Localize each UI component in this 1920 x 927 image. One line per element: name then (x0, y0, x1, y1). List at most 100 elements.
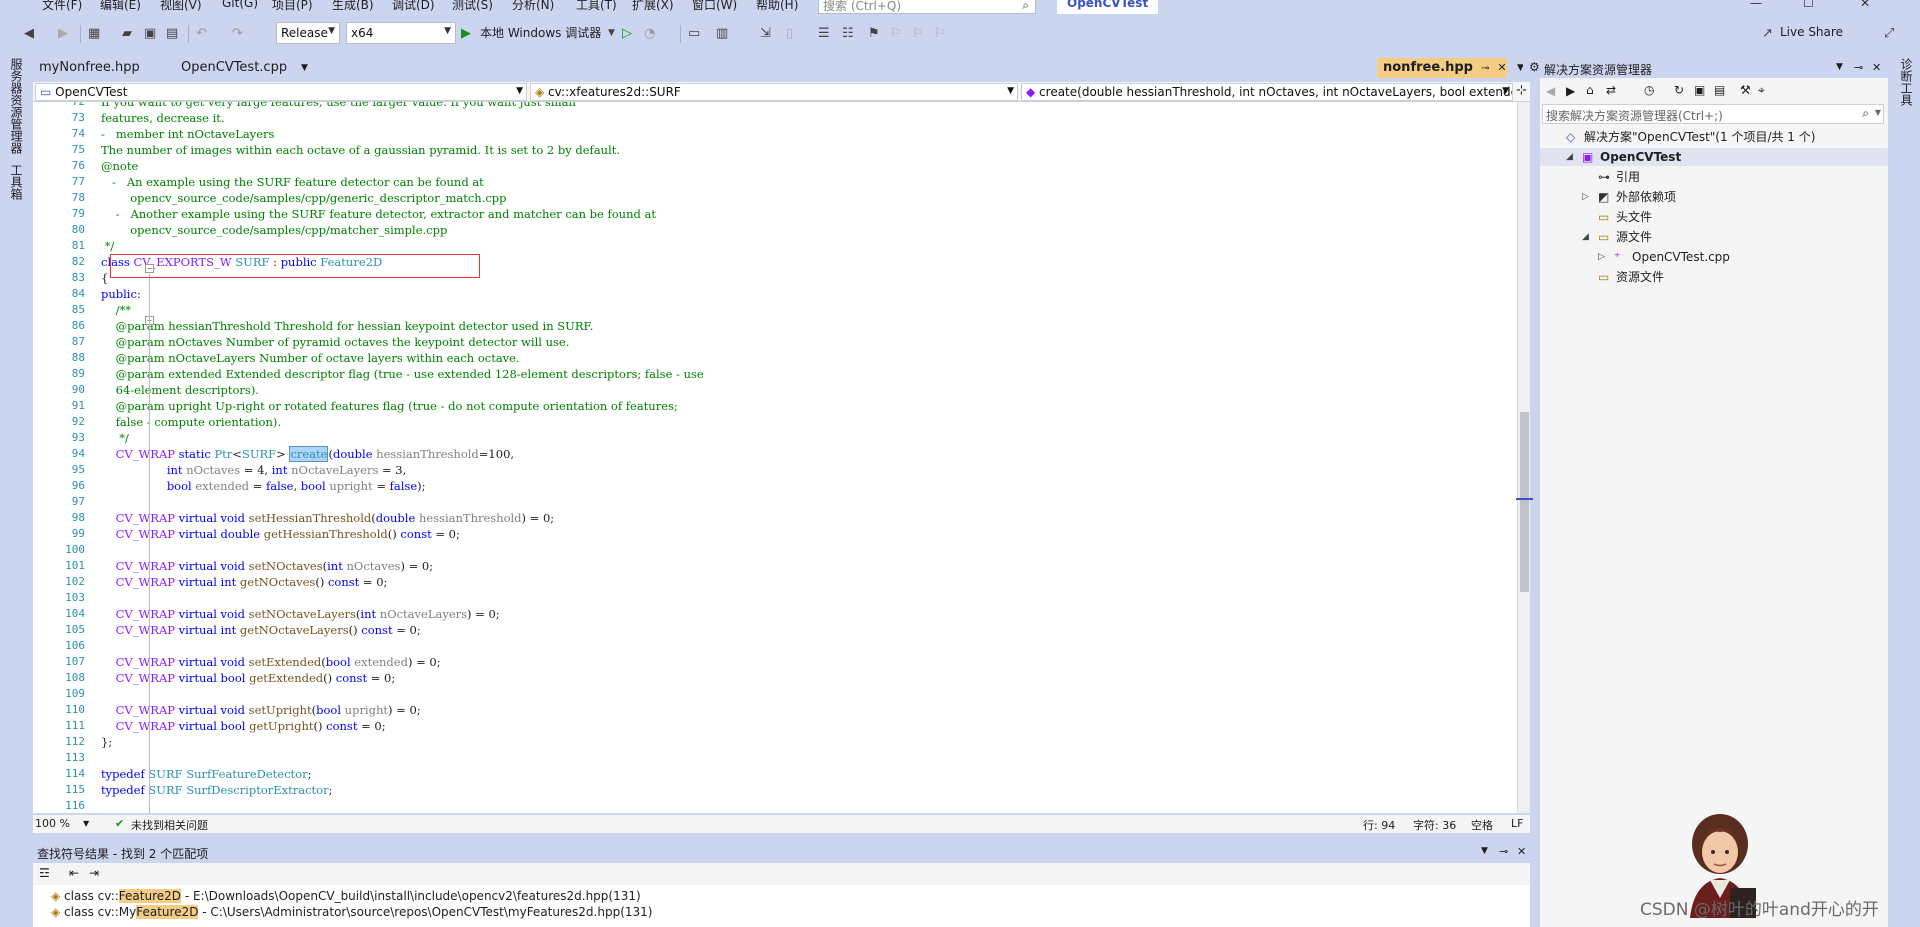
project-scope-select[interactable]: ▭ OpenCVTest ▼ (35, 83, 527, 101)
bookmark-clear-icon[interactable]: ⚐ (934, 23, 946, 43)
config-select[interactable]: Release ▼ (276, 22, 340, 44)
menu-item[interactable]: Git(G) (222, 0, 258, 10)
find-result-row[interactable]: ◈ class cv::Feature2D - E:\Downloads\Oop… (51, 889, 641, 903)
code-line[interactable]: 87 @param nOctaves Number of pyramid oct… (33, 334, 1517, 350)
menu-item[interactable]: 文件(F) (42, 0, 82, 13)
code-line[interactable]: 84 public: (33, 286, 1517, 302)
folder-icon[interactable]: ▭ (688, 23, 700, 43)
properties-icon[interactable]: ⚒ (1740, 83, 1751, 97)
expand-icon[interactable]: ◢ (1566, 148, 1573, 166)
chevron-down-icon[interactable]: ▼ (83, 819, 89, 828)
code-line[interactable]: 90 64-element descriptors). (33, 382, 1517, 398)
code-line[interactable]: 82 class CV_EXPORTS_W SURF : public Featu… (33, 254, 1517, 270)
code-line[interactable]: 89 @param extended Extended descriptor f… (33, 366, 1517, 382)
bookmark-prev-icon[interactable]: ⚐ (890, 23, 902, 43)
code-line[interactable]: 88 @param nOctaveLayers Number of octave… (33, 350, 1517, 366)
undo-icon[interactable]: ↶ (196, 23, 207, 43)
code-line[interactable]: 98 CV_WRAP virtual void setHessianThresh… (33, 510, 1517, 526)
vertical-scrollbar[interactable] (1516, 102, 1533, 813)
close-icon[interactable]: ✕ (1497, 61, 1506, 74)
code-line[interactable]: 105 CV_WRAP virtual int getNOctaveLayers… (33, 622, 1517, 638)
redo-icon[interactable]: ↷ (232, 23, 243, 43)
show-all-files-icon[interactable]: ▤ (1714, 83, 1725, 97)
issues-status[interactable]: 未找到相关问题 (131, 817, 208, 833)
pin-icon[interactable]: ⊸ (1499, 845, 1508, 858)
menu-item[interactable]: 窗口(W) (692, 0, 737, 13)
code-line[interactable]: 74 - member int nOctaveLayers (33, 126, 1517, 142)
expand-icon[interactable]: ▷ (1582, 188, 1589, 206)
toolbox-tab[interactable]: 工具箱 (8, 164, 25, 200)
code-line[interactable]: 113 (33, 750, 1517, 766)
code-line[interactable]: 75 The number of images within each octav… (33, 142, 1517, 158)
search-input[interactable]: 搜索 (Ctrl+Q) ⌕ (818, 0, 1036, 14)
code-line[interactable]: 81 */ (33, 238, 1517, 254)
zoom-level[interactable]: 100 % (35, 817, 70, 830)
chevron-down-icon[interactable]: ▼ (608, 23, 615, 43)
server-explorer-tab[interactable]: 服务器资源管理器 (8, 58, 25, 154)
diagnostics-tab[interactable]: 诊断工具 (1898, 58, 1915, 106)
menu-item[interactable]: 视图(V) (160, 0, 202, 13)
preview-icon[interactable]: ⌖ (1758, 83, 1765, 98)
close-icon[interactable]: ✕ (1517, 845, 1526, 858)
find-result-row[interactable]: ◈ class cv::MyFeature2D - C:\Users\Admin… (51, 905, 652, 919)
chevron-down-icon[interactable]: ▼ (1481, 846, 1488, 856)
feedback-icon[interactable]: ⤢ (1884, 23, 1894, 43)
close-icon[interactable]: ✕ (1872, 61, 1881, 74)
code-line[interactable]: 112}; (33, 734, 1517, 750)
chevron-down-icon[interactable]: ▼ (295, 58, 314, 78)
code-line[interactable]: 92 false - compute orientation). (33, 414, 1517, 430)
new-project-icon[interactable]: ▦ (88, 23, 100, 43)
code-line[interactable]: 104 CV_WRAP virtual void setNOctaveLayer… (33, 606, 1517, 622)
code-line[interactable]: 96 bool extended = false, bool upright =… (33, 478, 1517, 494)
whitespace-mode[interactable]: 空格 (1471, 817, 1493, 833)
open-folder-icon[interactable]: ▰ (122, 23, 132, 43)
live-share-icon[interactable]: ↗ (1762, 23, 1773, 43)
outdent-icon[interactable]: ☷ (842, 23, 854, 43)
layout-icon[interactable]: ▥ (716, 23, 728, 43)
menu-item[interactable]: 扩展(X) (632, 0, 674, 13)
line-indicator[interactable]: 行: 94 (1363, 817, 1395, 833)
forward-icon[interactable]: ▶ (1566, 84, 1575, 98)
home-icon[interactable]: ⌂ (1586, 83, 1594, 97)
bookmark-next-icon[interactable]: ⚐ (912, 23, 924, 43)
code-line[interactable]: 101 CV_WRAP virtual void setNOctaves(int… (33, 558, 1517, 574)
next-result-icon[interactable]: ⇥ (89, 866, 99, 880)
menu-item[interactable]: 工具(T) (576, 0, 617, 13)
menu-item[interactable]: 帮助(H) (756, 0, 798, 13)
code-line[interactable]: 86 @param hessianThreshold Threshold for… (33, 318, 1517, 334)
close-window-button[interactable]: ✕ (1860, 0, 1870, 10)
char-indicator[interactable]: 字符: 36 (1413, 817, 1456, 833)
live-share-button[interactable]: Live Share (1780, 25, 1843, 39)
save-icon[interactable]: ▣ (144, 23, 156, 43)
menu-item[interactable]: 生成(B) (332, 0, 374, 13)
chevron-down-icon[interactable]: ▼ (1836, 62, 1843, 72)
code-line[interactable]: 78 opencv_source_code/samples/cpp/generi… (33, 190, 1517, 206)
code-line[interactable]: 107 CV_WRAP virtual void setExtended(boo… (33, 654, 1517, 670)
start-debugger-button[interactable]: 本地 Windows 调试器 (480, 24, 601, 41)
code-line[interactable]: 103 (33, 590, 1517, 606)
maximize-button[interactable]: ☐ (1803, 0, 1814, 10)
history-icon[interactable]: ◷ (1644, 83, 1654, 97)
menu-item[interactable]: 测试(S) (452, 0, 493, 13)
code-line[interactable]: 73 features, decrease it. (33, 110, 1517, 126)
solution-search-input[interactable]: 搜索解决方案资源管理器(Ctrl+;) ⌕ ▼ (1542, 104, 1884, 124)
back-icon[interactable]: ◀ (1546, 84, 1555, 98)
minimize-button[interactable]: — (1750, 0, 1762, 10)
code-editor[interactable]: 72 If you want to get very large features… (33, 102, 1517, 813)
code-line[interactable]: 83 { (33, 270, 1517, 286)
fold-toggle-icon[interactable]: − (145, 264, 154, 273)
code-line[interactable]: 91 @param upright Up-right or rotated fe… (33, 398, 1517, 414)
clear-icon[interactable]: ☲ (39, 866, 50, 880)
save-all-icon[interactable]: ▤ (166, 23, 178, 43)
format-icon[interactable]: ▯ (786, 23, 793, 43)
platform-select[interactable]: x64 ▼ (346, 22, 456, 44)
menu-item[interactable]: 编辑(E) (100, 0, 141, 13)
switch-views-icon[interactable]: ⇄ (1606, 83, 1616, 97)
indent-icon[interactable]: ☰ (818, 23, 830, 43)
tab-nonfree[interactable]: nonfree.hpp ⊸ ✕ (1377, 58, 1507, 78)
code-line[interactable]: 111 CV_WRAP virtual bool getUpright() co… (33, 718, 1517, 734)
code-line[interactable]: 77 - An example using the SURF feature d… (33, 174, 1517, 190)
bookmark-icon[interactable]: ⚑ (868, 23, 880, 43)
code-line[interactable]: 108 CV_WRAP virtual bool getExtended() c… (33, 670, 1517, 686)
code-line[interactable]: 97 (33, 494, 1517, 510)
